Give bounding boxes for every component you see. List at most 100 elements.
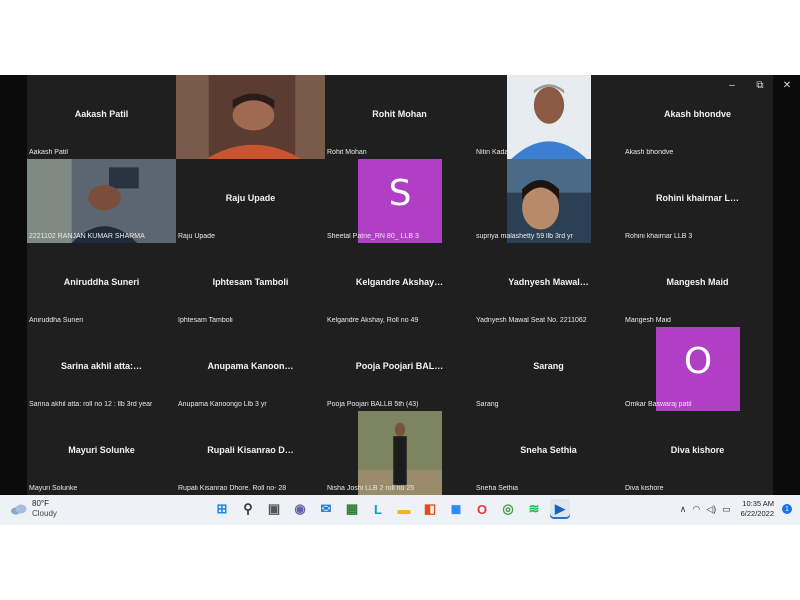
participant-video — [507, 75, 591, 159]
participant-tile[interactable]: Diva kishore Diva kishore — [623, 411, 772, 495]
participant-display-name: Yadnyesh Mawal… — [508, 277, 589, 287]
participant-display-name: Sneha Sethia — [520, 445, 577, 455]
chrome-icon[interactable]: ◎ — [498, 499, 518, 519]
participant-tile[interactable]: Mayuri Solunke Mayuri Solunke — [27, 411, 176, 495]
weather-description: Cloudy — [32, 509, 57, 518]
participant-tile[interactable] — [176, 75, 325, 159]
teams-chat-icon[interactable]: ◉ — [290, 499, 310, 519]
participant-display-name: Rohit Mohan — [372, 109, 427, 119]
cloud-icon — [11, 504, 27, 515]
participant-tile[interactable]: Aakash Patil Aakash Patil — [27, 75, 176, 159]
participant-tile[interactable]: Raju Upade Raju Upade — [176, 159, 325, 243]
participant-name-label: Sheetal Patne_RN 80_ LLB 3 — [327, 233, 419, 240]
participant-tile[interactable]: Rohit Mohan Rohit Mohan — [325, 75, 474, 159]
participant-video — [176, 75, 325, 159]
zoom-icon-glyph: ◼ — [450, 501, 462, 516]
participant-tile[interactable]: Rohini khairnar L… Rohini khairnar LLB 3 — [623, 159, 772, 243]
chevron-up-icon[interactable]: ∧ — [680, 504, 687, 515]
file-explorer-icon-glyph: ▬ — [397, 501, 411, 517]
spotify-icon-glyph: ≋ — [528, 501, 540, 516]
participant-tile[interactable]: Rupali Kisanrao D… Rupali Kisanrao Dhore.… — [176, 411, 325, 495]
woman-selfie-video-feed — [507, 159, 591, 243]
office-icon[interactable]: ◧ — [420, 499, 440, 519]
participant-name-label: Akash bhondve — [625, 149, 674, 156]
clock[interactable]: 10:35 AM 6/22/2022 — [741, 499, 774, 519]
participant-tile[interactable]: Yadnyesh Mawal… Yadnyesh Mawal Seat No. 2… — [474, 243, 623, 327]
volume-icon[interactable]: ◁) — [706, 504, 716, 515]
participant-tile[interactable]: Pooja Poojari BAL… Pooja Poojari BALLB 5t… — [325, 327, 474, 411]
close-button[interactable]: ✕ — [774, 75, 800, 95]
participant-tile[interactable]: Aniruddha Suneri Aniruddha Suneri — [27, 243, 176, 327]
participant-video — [358, 411, 442, 495]
participant-name-label: Sarina akhil atta: roll no 12 : llb 3rd … — [29, 401, 153, 408]
participant-name-label: Iphtesam Tamboli — [178, 317, 233, 324]
woman-standing-video-feed — [358, 411, 442, 495]
l-app-icon-glyph: L — [374, 501, 382, 517]
participant-name-label: Nitin Kadam — [476, 149, 515, 156]
participant-name-label: supriya malashetty 59 llb 3rd yr — [476, 233, 573, 240]
store-icon[interactable]: ▦ — [342, 499, 362, 519]
participant-tile[interactable]: supriya malashetty 59 llb 3rd yr — [474, 159, 623, 243]
participant-name-label: Rohini khairnar LLB 3 — [625, 233, 693, 240]
participant-name-label: Kelgandre Akshay, Roll no 49 — [327, 317, 419, 324]
participant-display-name: Kelgandre Akshay… — [355, 277, 444, 287]
search-icon[interactable]: ⚲ — [238, 499, 258, 519]
taskbar: 80°F Cloudy ⊞ ⚲ ▣ ◉ ✉ ▦ L ▬ ◧ ◼ O ◎ ≋ ▶ ∧ ◠ ◁) ▭ 10:3… — [0, 495, 800, 525]
l-app-icon[interactable]: L — [368, 499, 388, 519]
avatar-initial: O — [656, 327, 740, 411]
participant-tile[interactable]: Mangesh Maid Mangesh Maid — [623, 243, 772, 327]
participant-tile[interactable]: O Omkar Baswaraj patil — [623, 327, 772, 411]
participant-tile[interactable]: Nisha Joshi LLB 2 roll no 25 — [325, 411, 474, 495]
participant-display-name: Raju Upade — [225, 193, 276, 203]
meeting-gallery: Aakash Patil Aakash Patil Rohit Mohan Rohit… — [0, 75, 800, 495]
opera-icon[interactable]: O — [472, 499, 492, 519]
participant-name-label: Rupali Kisanrao Dhore. Roll no- 28 — [178, 485, 287, 492]
participant-tile[interactable]: Nitin Kadam — [474, 75, 623, 159]
office-icon-glyph: ◧ — [423, 501, 437, 516]
windows-start-icon-glyph: ⊞ — [216, 501, 228, 516]
notification-badge[interactable]: 1 — [782, 504, 792, 514]
task-view-icon-glyph: ▣ — [267, 501, 281, 516]
participant-tile[interactable]: 2221102 RANJAN KUMAR SHARMA — [27, 159, 176, 243]
participant-name-label: Diva kishore — [625, 485, 664, 492]
spotify-icon[interactable]: ≋ — [524, 499, 544, 519]
media-player-icon[interactable]: ▶ — [550, 499, 570, 519]
participant-name-label: 2221102 RANJAN KUMAR SHARMA — [29, 233, 145, 240]
participant-video — [27, 159, 176, 243]
participant-display-name: Iphtesam Tamboli — [212, 277, 289, 287]
participant-name-label: Omkar Baswaraj patil — [625, 401, 692, 408]
file-explorer-icon[interactable]: ▬ — [394, 499, 414, 519]
maximize-button[interactable]: ⧉ — [746, 75, 774, 95]
participant-tile[interactable]: Kelgandre Akshay… Kelgandre Akshay, Roll … — [325, 243, 474, 327]
participant-display-name: Mayuri Solunke — [68, 445, 135, 455]
participant-display-name: Sarina akhil atta:… — [60, 361, 143, 371]
participant-display-name: Pooja Poojari BAL… — [355, 361, 444, 371]
participant-tile[interactable]: Sarina akhil atta:… Sarina akhil atta: ro… — [27, 327, 176, 411]
avatar-initial: S — [358, 159, 442, 243]
window-controls: – ⧉ ✕ — [718, 75, 800, 95]
participant-tile[interactable]: S Sheetal Patne_RN 80_ LLB 3 — [325, 159, 474, 243]
windows-start-icon[interactable]: ⊞ — [212, 499, 232, 519]
zoom-icon[interactable]: ◼ — [446, 499, 466, 519]
man-blue-shirt-video-feed — [507, 75, 591, 159]
participant-tile[interactable]: Sneha Sethia Sneha Sethia — [474, 411, 623, 495]
wifi-icon[interactable]: ◠ — [692, 504, 700, 515]
participant-name-label: Rohit Mohan — [327, 149, 367, 156]
participant-name-label: Sarang — [476, 401, 499, 408]
task-view-icon[interactable]: ▣ — [264, 499, 284, 519]
weather-widget[interactable]: 80°F Cloudy — [10, 499, 57, 519]
man-office-video-feed — [27, 159, 176, 243]
taskbar-apps: ⊞ ⚲ ▣ ◉ ✉ ▦ L ▬ ◧ ◼ O ◎ ≋ ▶ — [212, 499, 576, 519]
battery-icon[interactable]: ▭ — [722, 504, 731, 515]
participant-tile[interactable]: Sarang Sarang — [474, 327, 623, 411]
avatar-letter: O — [683, 341, 713, 382]
participant-name-label: Sneha Sethia — [476, 485, 519, 492]
participant-tile[interactable]: Anupama Kanoon… Anupama Kanoongo Llb 3 yr — [176, 327, 325, 411]
minimize-button[interactable]: – — [718, 75, 746, 95]
left-panel — [0, 75, 27, 495]
participant-display-name: Diva kishore — [670, 445, 725, 455]
participant-video — [507, 159, 591, 243]
mail-icon[interactable]: ✉ — [316, 499, 336, 519]
participant-display-name: Aniruddha Suneri — [63, 277, 140, 287]
participant-tile[interactable]: Iphtesam Tamboli Iphtesam Tamboli — [176, 243, 325, 327]
